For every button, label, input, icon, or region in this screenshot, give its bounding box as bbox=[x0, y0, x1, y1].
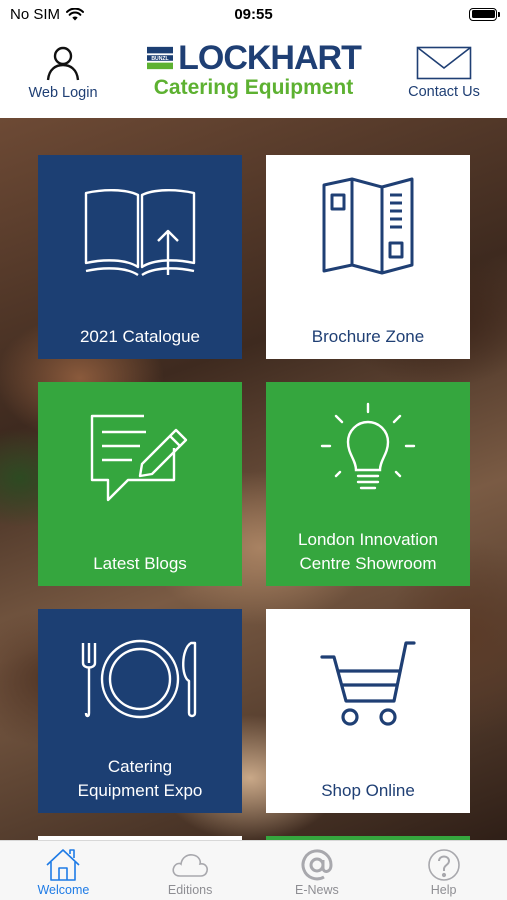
app-header: Web Login BUNZL LOCKHART Catering Equipm… bbox=[0, 28, 507, 118]
tile-latest-blogs[interactable]: Latest Blogs bbox=[38, 382, 242, 586]
tile-label: London Innovation Centre Showroom bbox=[266, 528, 470, 576]
envelope-icon bbox=[416, 46, 472, 80]
tile-label-line2: Centre Showroom bbox=[299, 554, 437, 573]
tile-london-innovation-centre[interactable]: London Innovation Centre Showroom bbox=[266, 382, 470, 586]
tile-label: Latest Blogs bbox=[93, 554, 187, 573]
carrier-label: No SIM bbox=[10, 5, 61, 23]
tile-label: Shop Online bbox=[321, 781, 415, 800]
cloud-icon bbox=[172, 854, 209, 877]
tab-e-news[interactable]: E-News bbox=[254, 841, 381, 900]
contact-us-label: Contact Us bbox=[408, 84, 480, 100]
tile-shop-online[interactable]: Shop Online bbox=[266, 609, 470, 813]
tile-label-line1: Catering bbox=[107, 757, 173, 776]
tile-label-line1: London Innovation bbox=[298, 530, 438, 549]
bunzl-mark-icon: BUNZL bbox=[147, 46, 174, 70]
tile-label: Brochure Zone bbox=[311, 327, 425, 346]
web-login-button[interactable]: Web Login bbox=[20, 45, 106, 101]
open-book-icon bbox=[84, 189, 196, 277]
bottom-tab-bar: Welcome Editions E-News Help bbox=[0, 840, 507, 900]
tile-2021-catalogue[interactable]: 2021 Catalogue bbox=[38, 155, 242, 359]
blog-edit-icon bbox=[90, 414, 188, 502]
home-icon bbox=[46, 849, 80, 881]
web-login-label: Web Login bbox=[28, 85, 98, 101]
logo-title: LOCKHART bbox=[178, 39, 362, 77]
tab-welcome[interactable]: Welcome bbox=[0, 841, 127, 900]
battery-icon bbox=[469, 7, 500, 21]
question-icon bbox=[427, 849, 460, 881]
shopping-cart-icon bbox=[320, 641, 416, 726]
plate-cutlery-icon bbox=[81, 639, 197, 719]
lockhart-logo: BUNZL LOCKHART Catering Equipment bbox=[146, 39, 362, 101]
tile-label: 2021 Catalogue bbox=[79, 327, 201, 346]
tab-editions[interactable]: Editions bbox=[127, 841, 254, 900]
tab-label: Editions bbox=[167, 883, 213, 897]
status-bar: No SIM 09:55 bbox=[0, 0, 507, 28]
tab-label: Welcome bbox=[37, 883, 90, 897]
tile-brochure-zone[interactable]: Brochure Zone bbox=[266, 155, 470, 359]
tile-catering-equipment-expo[interactable]: Catering Equipment Expo bbox=[38, 609, 242, 813]
tab-help[interactable]: Help bbox=[380, 841, 507, 900]
lightbulb-icon bbox=[320, 402, 416, 490]
tab-label: E-News bbox=[294, 883, 339, 897]
at-sign-icon bbox=[301, 849, 333, 881]
wifi-icon bbox=[66, 7, 85, 20]
user-icon bbox=[46, 46, 80, 81]
contact-us-button[interactable]: Contact Us bbox=[401, 46, 487, 100]
carrier-group: No SIM bbox=[10, 5, 85, 23]
tile-label-line2: Equipment Expo bbox=[77, 781, 203, 800]
tile-label: Catering Equipment Expo bbox=[38, 755, 242, 803]
tab-label: Help bbox=[430, 883, 457, 897]
logo-subtitle: Catering Equipment bbox=[153, 76, 354, 99]
logo-mark-text: BUNZL bbox=[151, 56, 168, 62]
brochure-icon bbox=[322, 177, 414, 275]
